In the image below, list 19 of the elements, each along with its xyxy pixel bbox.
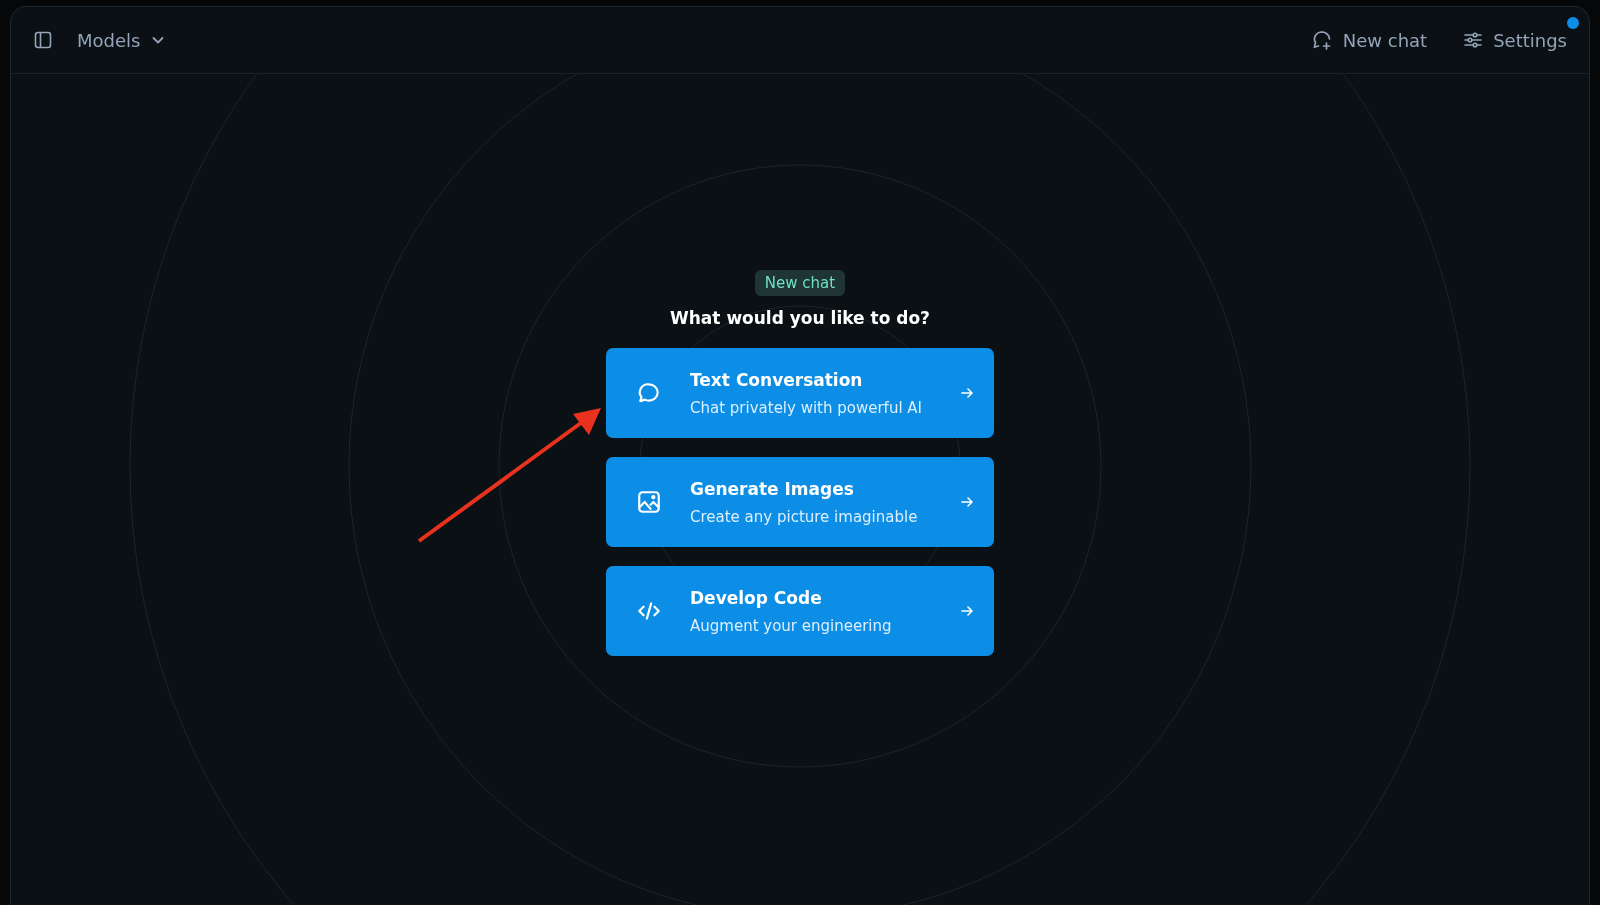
image-icon (636, 489, 662, 515)
arrow-right-icon (960, 604, 974, 618)
settings-button[interactable]: Settings (1463, 29, 1567, 51)
arrow-right-icon (960, 495, 974, 509)
option-title: Develop Code (690, 587, 823, 608)
option-subtitle: Augment your engineering (690, 616, 893, 635)
sidebar-toggle-button[interactable] (33, 30, 53, 50)
option-subtitle: Chat privately with powerful AI (690, 398, 924, 417)
settings-icon (1463, 30, 1484, 50)
chat-plus-icon (1310, 29, 1333, 51)
arrow-right-icon (960, 386, 974, 400)
heading: What would you like to do? (670, 308, 930, 328)
new-chat-badge: New chat (754, 270, 846, 296)
option-title: Generate Images (690, 478, 855, 499)
notification-dot (1567, 17, 1579, 29)
option-title: Text Conversation (690, 369, 864, 390)
models-dropdown[interactable]: Models (77, 29, 167, 51)
new-chat-button[interactable]: New chat (1310, 29, 1428, 51)
option-subtitle: Create any picture imaginable (690, 507, 919, 526)
